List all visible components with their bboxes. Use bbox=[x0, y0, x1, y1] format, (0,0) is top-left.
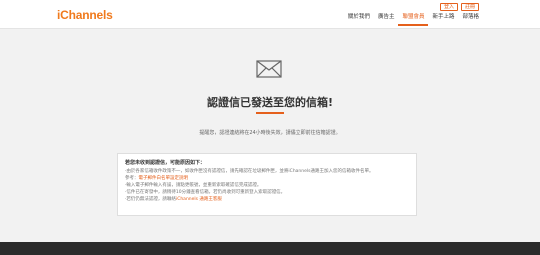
register-button[interactable]: 註冊 bbox=[460, 3, 479, 11]
page-title: 認證信已發送至您的信箱! bbox=[206, 96, 334, 109]
notice-line: ‧若仍仍無法認證，請聯絡iChannels 通路王客服 bbox=[125, 196, 409, 203]
main-nav: 關於我們 廣告主 聯盟會員 新手上路 部落格 bbox=[344, 14, 483, 26]
auth-buttons: 登入 註冊 bbox=[439, 3, 479, 11]
notice-line: ‧輸入電子郵件輸入有誤，請點更帳號，並重新索取確認信完成認證。 bbox=[125, 183, 262, 188]
nav-item-advertiser[interactable]: 廣告主 bbox=[374, 14, 399, 26]
notice-title: 若您未收到認證信，可能原因如下： bbox=[125, 160, 206, 166]
nav-item-about[interactable]: 關於我們 bbox=[344, 14, 374, 26]
notice-line-prefix: ‧若仍仍無法認證，請聯絡 bbox=[125, 197, 176, 202]
nav-item-blog[interactable]: 部落格 bbox=[458, 14, 483, 26]
title-divider bbox=[256, 112, 284, 114]
login-button[interactable]: 登入 bbox=[439, 3, 458, 11]
nav-item-affiliate[interactable]: 聯盟會員 bbox=[398, 14, 429, 26]
whitelist-guide-link[interactable]: 電子郵件白名單設定說明 bbox=[139, 176, 189, 181]
notice-line-prefix: 參考： bbox=[125, 176, 139, 181]
customer-service-link[interactable]: iChannels 通路王客服 bbox=[176, 197, 222, 202]
site-header: iChannels 登入 註冊 關於我們 廣告主 聯盟會員 新手上路 部落格 bbox=[0, 0, 540, 29]
notice-box: 若您未收到認證信，可能原因如下： ‧由於各家信箱收件政策不一，如收件匣沒有認證信… bbox=[117, 153, 417, 216]
site-logo[interactable]: iChannels bbox=[57, 8, 113, 22]
intro-text: 提醒您，認證連結將在24小時後失效，請儘立即前往信箱認證。 bbox=[199, 130, 341, 136]
notice-line: ‧信件已在寄發中，請稍待10分鐘查看信箱，若仍尚收到可重新登入索取認證信。 bbox=[125, 190, 286, 195]
site-footer bbox=[0, 242, 540, 255]
notice-line: ‧由於各家信箱收件政策不一，如收件匣沒有認證信，請先確認在垃圾郵件匣，並將iCh… bbox=[125, 169, 374, 174]
notice-line: 參考：電子郵件白名單設定說明 bbox=[125, 175, 409, 182]
envelope-icon bbox=[256, 60, 282, 78]
nav-item-getting-started[interactable]: 新手上路 bbox=[428, 14, 458, 26]
